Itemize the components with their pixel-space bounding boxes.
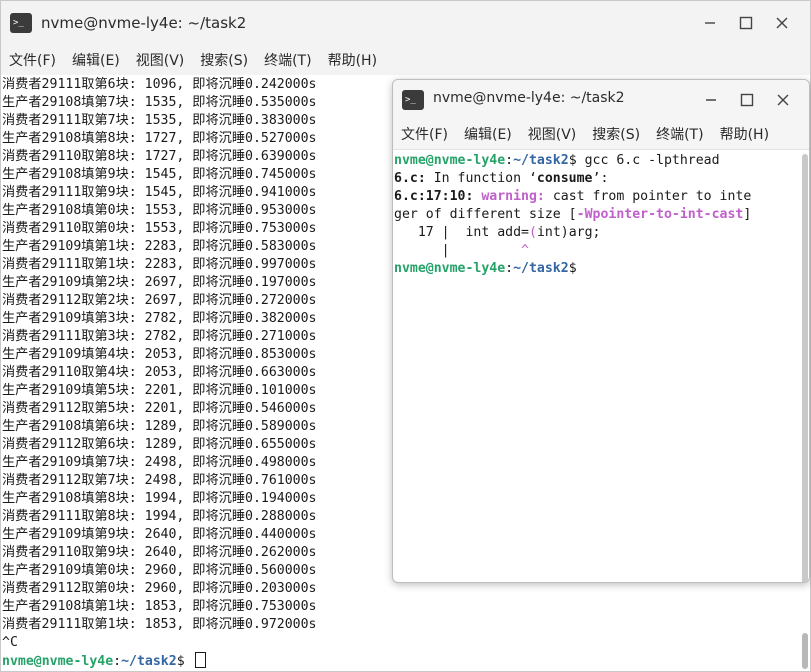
- menu-help[interactable]: 帮助(H): [720, 124, 769, 144]
- back-window-controls: [692, 11, 800, 35]
- menu-search[interactable]: 搜索(S): [592, 124, 640, 144]
- command-text: gcc 6.c -lpthread: [576, 153, 720, 168]
- menu-terminal[interactable]: 终端(T): [264, 50, 311, 70]
- output-line: ^C: [2, 635, 18, 650]
- back-scrollbar[interactable]: [802, 633, 808, 669]
- prompt-user: nvme@nvme-ly4e: [394, 261, 506, 276]
- warning-line: 6.c:17:10: warning: cast from pointer to…: [393, 188, 799, 206]
- prompt-user: nvme@nvme-ly4e: [394, 153, 506, 168]
- prompt-user: nvme@nvme-ly4e: [2, 654, 114, 669]
- prompt-dollar: $: [568, 261, 577, 276]
- note-text: In function ‘: [425, 171, 537, 186]
- front-window-title: nvme@nvme-ly4e: ~/task2: [433, 90, 625, 106]
- prompt-path: ~/task2: [121, 654, 177, 669]
- maximize-icon[interactable]: [729, 88, 765, 112]
- back-menubar: 文件(F) 编辑(E) 视图(V) 搜索(S) 终端(T) 帮助(H): [1, 45, 810, 75]
- prompt-sep: :: [113, 654, 122, 669]
- warning-label: warning:: [481, 189, 545, 204]
- warning-flag: -Wpointer-to-int-cast: [576, 207, 744, 222]
- terminal-icon: >_: [10, 13, 32, 33]
- front-terminal-output[interactable]: nvme@nvme-ly4e:~/task2$ gcc 6.c -lpthrea…: [393, 152, 799, 582]
- prompt-sep: :: [505, 261, 514, 276]
- front-menubar: 文件(F) 编辑(E) 视图(V) 搜索(S) 终端(T) 帮助(H): [393, 118, 809, 150]
- source-snippet-line: 17 | int add=(int)arg;: [393, 224, 799, 242]
- source-paren: (: [528, 225, 537, 240]
- close-icon[interactable]: [765, 88, 801, 112]
- menu-view[interactable]: 视图(V): [136, 50, 185, 70]
- prompt-path: ~/task2: [513, 153, 569, 168]
- caret-line: | ^: [393, 242, 799, 260]
- front-scrollbar[interactable]: [802, 154, 808, 582]
- source-file: 6.c:: [394, 171, 426, 186]
- minimize-icon[interactable]: [692, 11, 728, 35]
- front-window-controls: [693, 88, 801, 112]
- close-icon[interactable]: [764, 11, 800, 35]
- source-snippet-rest: int)arg;: [536, 225, 601, 240]
- prompt-line: nvme@nvme-ly4e:~/task2$: [393, 260, 799, 278]
- menu-edit[interactable]: 编辑(E): [72, 50, 120, 70]
- source-snippet: 17 | int add=: [394, 225, 529, 240]
- command-line: nvme@nvme-ly4e:~/task2$ gcc 6.c -lpthrea…: [393, 152, 799, 170]
- caret-marker: ^: [521, 243, 529, 258]
- warning-line-cont: ger of different size [-Wpointer-to-int-…: [393, 206, 799, 224]
- text-cursor: [194, 652, 206, 668]
- output-line: 消费者29111取第1块: 1853, 即将沉睡0.972000s: [2, 617, 317, 632]
- terminal-icon: >_: [402, 90, 424, 110]
- menu-search[interactable]: 搜索(S): [200, 50, 248, 70]
- caret-gutter: |: [394, 243, 522, 258]
- prompt-path: ~/task2: [513, 261, 569, 276]
- menu-edit[interactable]: 编辑(E): [464, 124, 512, 144]
- front-terminal-window: >_ nvme@nvme-ly4e: ~/task2 文件(F) 编辑(E) 视…: [392, 79, 810, 583]
- prompt-sep: :: [505, 153, 514, 168]
- compiler-note-line: 6.c: In function ‘consume’:: [393, 170, 799, 188]
- menu-file[interactable]: 文件(F): [401, 124, 448, 144]
- warning-text: cast from pointer to inte: [544, 189, 752, 204]
- back-prompt-line: nvme@nvme-ly4e:~/task2$: [1, 652, 810, 670]
- prompt-dollar: $: [176, 654, 193, 669]
- back-window-title: nvme@nvme-ly4e: ~/task2: [41, 14, 247, 32]
- warning-location: 6.c:17:10:: [394, 189, 474, 204]
- warning-end: ]: [743, 207, 752, 222]
- menu-file[interactable]: 文件(F): [9, 50, 56, 70]
- menu-view[interactable]: 视图(V): [528, 124, 577, 144]
- front-titlebar[interactable]: >_ nvme@nvme-ly4e: ~/task2: [393, 80, 809, 118]
- maximize-icon[interactable]: [728, 11, 764, 35]
- back-titlebar[interactable]: >_ nvme@nvme-ly4e: ~/task2: [1, 1, 810, 45]
- prompt-dollar: $: [568, 153, 577, 168]
- note-end: ’:: [592, 171, 609, 186]
- warning-text-cont: ger of different size [: [394, 207, 577, 222]
- menu-terminal[interactable]: 终端(T): [656, 124, 703, 144]
- function-name: consume: [536, 171, 593, 186]
- output-line: 生产者29108填第1块: 1853, 即将沉睡0.753000s: [2, 599, 317, 614]
- minimize-icon[interactable]: [693, 88, 729, 112]
- menu-help[interactable]: 帮助(H): [328, 50, 377, 70]
